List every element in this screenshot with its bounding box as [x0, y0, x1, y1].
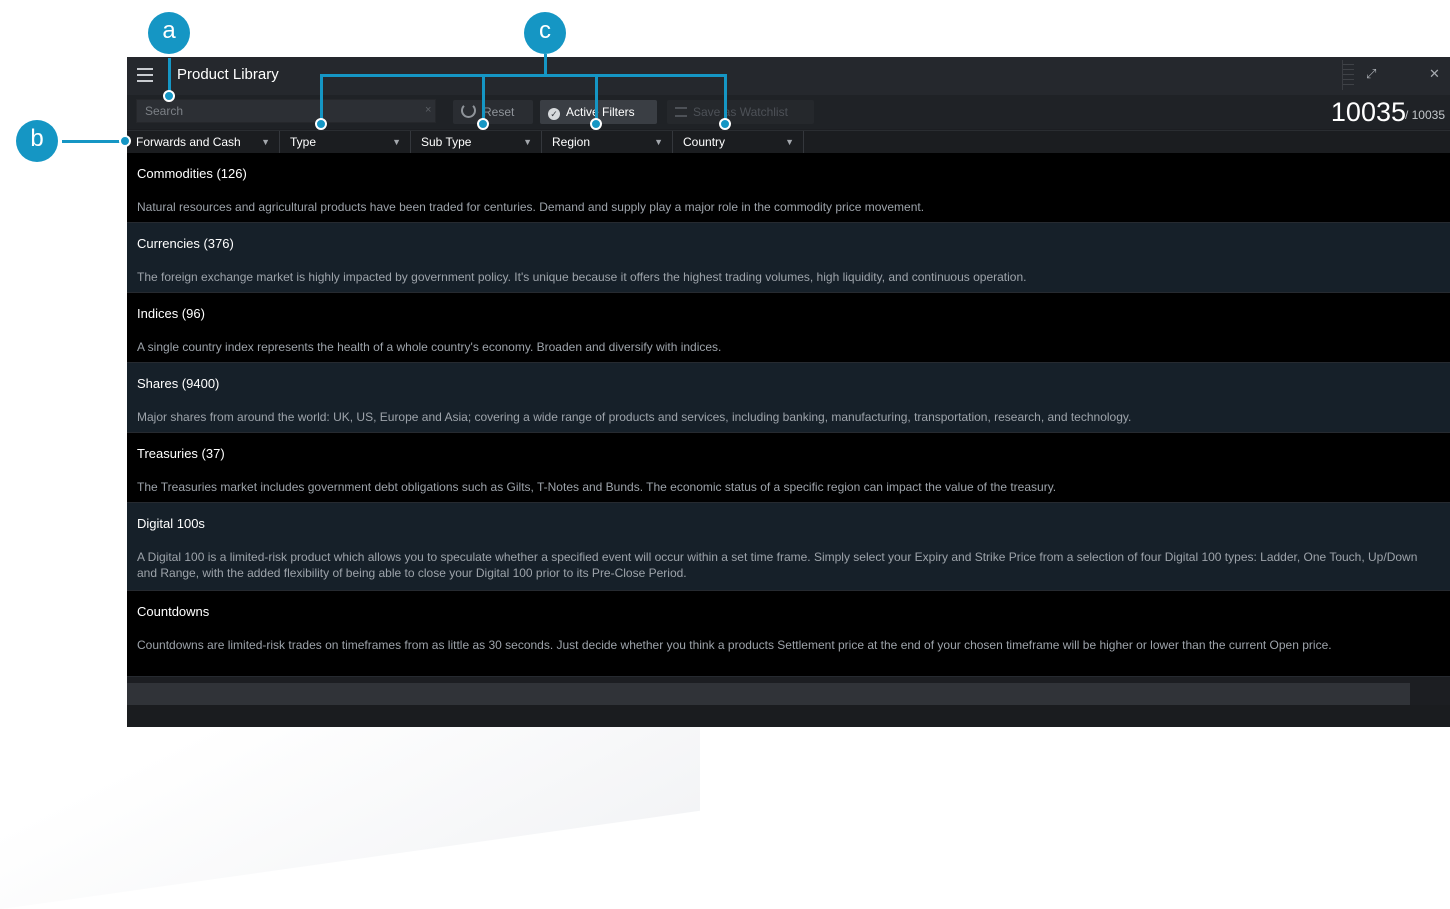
product-title: Digital 100s: [137, 516, 205, 531]
product-description: The Treasuries market includes governmen…: [137, 480, 1057, 494]
country-dropdown-value: Country: [683, 135, 726, 149]
product-title: Currencies (376): [137, 236, 234, 251]
callout-c-dot-region: [590, 118, 602, 130]
product-row-countdowns[interactable]: Countdowns Countdowns are limited-risk t…: [127, 591, 1450, 677]
menu-icon[interactable]: [137, 68, 153, 82]
sub-type-dropdown[interactable]: Sub Type ▼: [412, 131, 542, 153]
country-dropdown[interactable]: Country ▼: [674, 131, 804, 153]
callout-c-bar: [320, 74, 727, 77]
callout-c-badge: c: [524, 12, 566, 54]
clear-search-icon[interactable]: ×: [425, 104, 431, 116]
product-library-window: Product Library ⤢ ✕ × Reset ✓ Active Filt…: [127, 57, 1450, 727]
callout-c-dot-subtype: [477, 118, 489, 130]
callout-c-dot-country: [719, 118, 731, 130]
type-dropdown[interactable]: Type ▼: [281, 131, 411, 153]
refresh-icon: [461, 103, 476, 118]
product-description: A Digital 100 is a limited-risk product …: [137, 550, 1418, 580]
save-as-watchlist-button[interactable]: Save as Watchlist: [667, 100, 814, 124]
callout-a-badge: a: [148, 12, 190, 54]
grip-icon[interactable]: [1342, 60, 1354, 90]
list-icon: [675, 107, 687, 117]
callout-b-badge: b: [16, 120, 58, 162]
product-title: Countdowns: [137, 604, 210, 619]
type-dropdown-value: Type: [290, 135, 317, 149]
product-description: Natural resources and agricultural produ…: [137, 200, 925, 214]
callout-c-branch-region: [595, 74, 598, 124]
callout-b-dot: [119, 135, 131, 147]
callout-c-stem: [544, 54, 547, 76]
product-row-treasuries[interactable]: Treasuries (37) The Treasuries market in…: [127, 433, 1450, 503]
callout-c-branch-type: [320, 74, 323, 124]
product-title: Shares (9400): [137, 376, 220, 391]
product-title: Commodities (126): [137, 166, 247, 181]
chevron-down-icon: ▼: [523, 137, 532, 147]
product-row-commodities[interactable]: Commodities (126) Natural resources and …: [127, 153, 1450, 223]
region-dropdown[interactable]: Region ▼: [543, 131, 673, 153]
callout-a-dot: [163, 90, 175, 102]
close-icon[interactable]: ✕: [1429, 66, 1440, 82]
active-filters-label: Active Filters: [566, 105, 635, 119]
search-input[interactable]: [136, 99, 436, 123]
reset-button[interactable]: Reset: [453, 100, 533, 124]
product-row-indices[interactable]: Indices (96) A single country index repr…: [127, 293, 1450, 363]
callout-b-line: [62, 140, 126, 143]
chevron-down-icon: ▼: [392, 137, 401, 147]
result-total: / 10035: [1404, 108, 1445, 122]
reset-label: Reset: [483, 105, 515, 119]
horizontal-scrollbar[interactable]: [127, 683, 1410, 705]
callout-c-dot-type: [315, 118, 327, 130]
sub-type-dropdown-value: Sub Type: [421, 135, 472, 149]
product-description: A single country index represents the he…: [137, 340, 722, 354]
product-title: Indices (96): [137, 306, 205, 321]
result-count: 10035: [1330, 97, 1406, 127]
product-row-digital-100s[interactable]: Digital 100s A Digital 100 is a limited-…: [127, 503, 1450, 591]
chevron-down-icon: ▼: [785, 137, 794, 147]
product-list: Commodities (126) Natural resources and …: [127, 153, 1450, 727]
category-dropdown[interactable]: Forwards and Cash ▼: [127, 131, 280, 153]
product-description: Countdowns are limited-risk trades on ti…: [137, 638, 1332, 652]
product-description: The foreign exchange market is highly im…: [137, 270, 1027, 284]
chevron-down-icon: ▼: [654, 137, 663, 147]
expand-icon[interactable]: ⤢: [1366, 66, 1376, 82]
callout-c-branch-country: [724, 74, 727, 124]
region-dropdown-value: Region: [552, 135, 591, 149]
check-circle-icon: ✓: [548, 108, 560, 120]
window-title: Product Library: [177, 66, 279, 83]
save-watchlist-label: Save as Watchlist: [693, 105, 788, 119]
category-dropdown-value: Forwards and Cash: [136, 135, 241, 149]
product-row-shares[interactable]: Shares (9400) Major shares from around t…: [127, 363, 1450, 433]
product-row-currencies[interactable]: Currencies (376) The foreign exchange ma…: [127, 223, 1450, 293]
filter-bar: Forwards and Cash ▼ Type ▼ Sub Type ▼ Regio…: [127, 130, 1450, 153]
product-title: Treasuries (37): [137, 446, 225, 461]
callout-c-branch-subtype: [482, 74, 485, 124]
chevron-down-icon: ▼: [261, 137, 270, 147]
product-description: Major shares from around the world: UK, …: [137, 410, 1132, 424]
window-footer: [127, 705, 1450, 727]
